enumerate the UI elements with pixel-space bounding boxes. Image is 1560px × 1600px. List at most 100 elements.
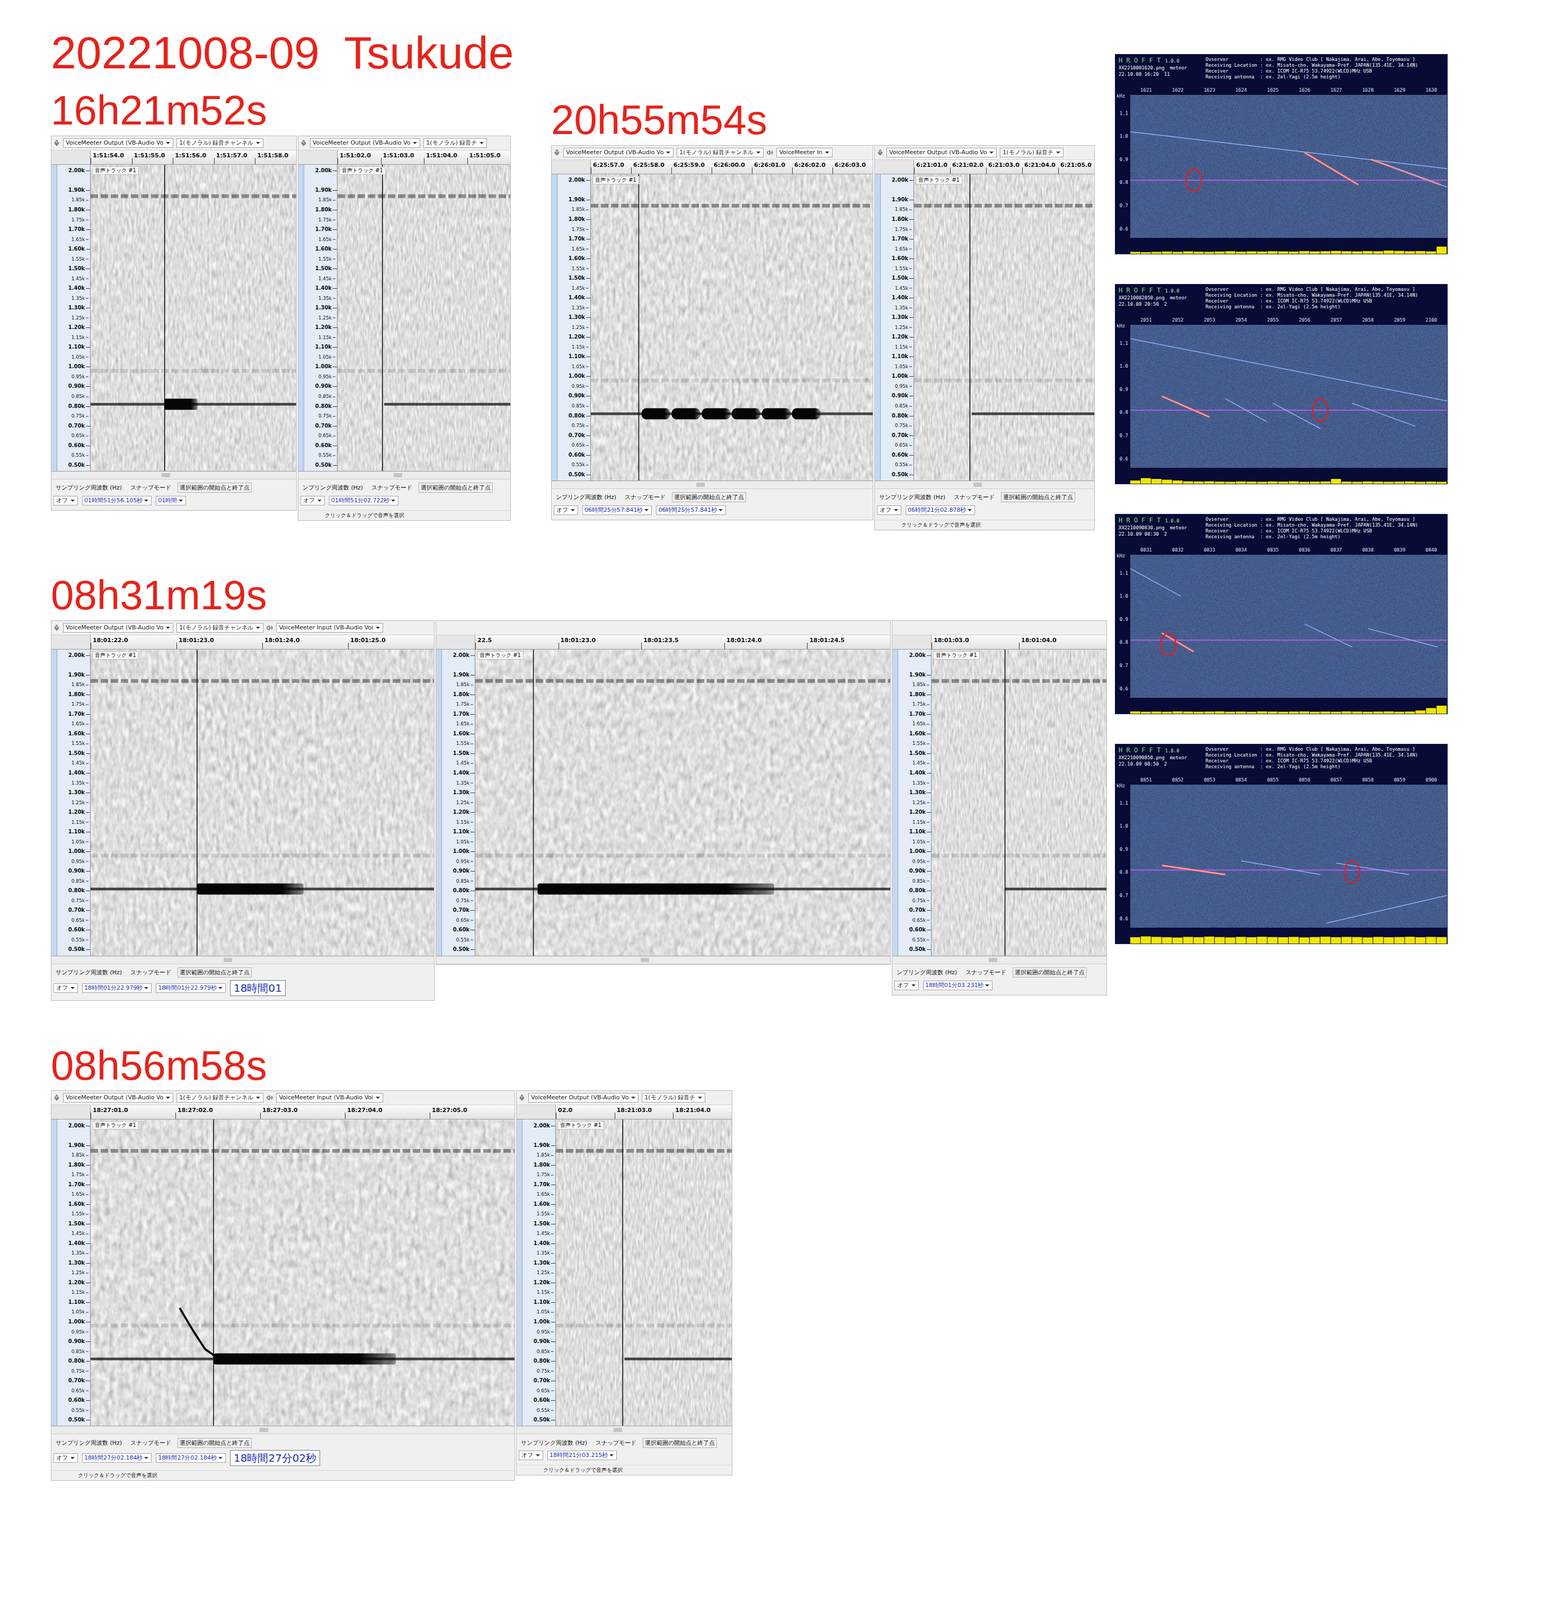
scroll-thumb[interactable] xyxy=(988,958,998,963)
snap-select[interactable]: オフ xyxy=(894,980,919,991)
track-name[interactable]: 音声トラック #1 xyxy=(933,651,980,660)
playhead[interactable] xyxy=(196,649,198,956)
playhead[interactable] xyxy=(213,1119,215,1426)
scroll-thumb[interactable] xyxy=(223,958,233,963)
playhead[interactable] xyxy=(969,174,971,481)
scroll-thumb[interactable] xyxy=(640,958,650,963)
channel-select[interactable]: 1(モノラル) 録音チ xyxy=(641,1093,706,1103)
input-device-select[interactable]: VoiceMeeter Output (VB-Audio Vo xyxy=(309,138,421,148)
track-name[interactable]: 音声トラック #1 xyxy=(92,1121,139,1130)
spectrogram[interactable]: 音声トラック #1 xyxy=(90,1119,515,1426)
spectrogram[interactable]: 音声トラック #1 xyxy=(90,649,434,956)
playhead[interactable] xyxy=(382,164,384,472)
channel-select[interactable]: 1(モノラル) 録音チャンネル xyxy=(176,623,264,633)
track-name[interactable]: 音声トラック #1 xyxy=(339,166,386,175)
timeline-ruler[interactable]: 1:51:02.01:51:03.01:51:04.01:51:05.0 xyxy=(298,150,511,165)
input-device-select[interactable]: VoiceMeeter Output (VB-Audio Vo xyxy=(563,147,674,158)
snap-select[interactable]: オフ xyxy=(53,495,78,506)
time-field[interactable]: 18時間01分22.979秒 xyxy=(155,983,226,994)
input-device-select[interactable]: VoiceMeeter Output (VB-Audio Vo xyxy=(528,1093,639,1103)
scroll-thumb[interactable] xyxy=(161,473,171,478)
time-field[interactable]: 06時間25分57.841秒 xyxy=(656,505,726,516)
horizontal-scrollbar[interactable] xyxy=(298,471,511,480)
spectrogram[interactable]: 音声トラック #1 xyxy=(931,649,1107,956)
time-field[interactable]: 01時間51分56.105秒 xyxy=(82,495,152,506)
output-device-select[interactable]: VoiceMeeter Input (VB-Audio Voi xyxy=(276,1093,384,1103)
horizontal-scrollbar[interactable] xyxy=(516,1426,732,1435)
track-control[interactable] xyxy=(516,1119,523,1426)
input-device-select[interactable]: VoiceMeeter Output (VB-Audio Vo xyxy=(63,623,174,633)
channel-select[interactable]: 1(モノラル) 録音チ xyxy=(999,147,1064,158)
playhead[interactable] xyxy=(638,174,640,481)
timeline-ruler[interactable]: 22.518:01:23.018:01:23.518:01:24.018:01:… xyxy=(436,635,891,650)
horizontal-scrollbar[interactable] xyxy=(51,1426,515,1435)
snap-select[interactable]: オフ xyxy=(53,1453,78,1464)
input-device-select[interactable]: VoiceMeeter Output (VB-Audio Vo xyxy=(63,138,174,148)
track-control[interactable] xyxy=(551,174,558,481)
spectrogram[interactable]: 音声トラック #1 xyxy=(90,164,297,472)
playhead[interactable] xyxy=(164,164,166,472)
spectrogram[interactable]: 音声トラック #1 xyxy=(590,174,873,481)
spectrogram[interactable]: 音声トラック #1 xyxy=(914,174,1095,481)
spectrogram[interactable]: 音声トラック #1 xyxy=(555,1119,732,1426)
scroll-thumb[interactable] xyxy=(259,1428,269,1433)
track-name[interactable]: 音声トラック #1 xyxy=(592,175,640,185)
time-field[interactable]: 18時間27分02.184秒 xyxy=(155,1453,226,1464)
scroll-thumb[interactable] xyxy=(393,473,403,478)
track-control[interactable] xyxy=(436,649,442,956)
timeline-ruler[interactable]: 18:01:22.018:01:23.018:01:24.018:01:25.0 xyxy=(51,635,434,650)
track-name[interactable]: 音声トラック #1 xyxy=(476,651,524,660)
track-control[interactable] xyxy=(298,164,305,472)
snap-select[interactable]: オフ xyxy=(518,1450,544,1461)
playhead[interactable] xyxy=(622,1119,624,1426)
scroll-thumb[interactable] xyxy=(696,482,705,487)
channel-select[interactable]: 1(モノラル) 録音チャンネル xyxy=(176,138,264,148)
output-device-select[interactable]: VoiceMeeter Input (VB-Audio Voi xyxy=(276,623,384,633)
track-control[interactable] xyxy=(51,649,58,956)
time-field[interactable]: 18時間01分22.979秒 xyxy=(82,983,152,994)
timeline-ruler[interactable]: 18:01:03.018:01:04.0 xyxy=(892,635,1107,650)
input-device-select[interactable]: VoiceMeeter Output (VB-Audio Vo xyxy=(63,1093,174,1103)
track-control[interactable] xyxy=(51,164,58,472)
horizontal-scrollbar[interactable] xyxy=(551,481,873,490)
track-name[interactable]: 音声トラック #1 xyxy=(915,175,963,185)
timeline-ruler[interactable]: 18:27:01.018:27:02.018:27:03.018:27:04.0… xyxy=(51,1105,515,1120)
timeline-ruler[interactable]: 1:51:54.01:51:55.01:51:56.01:51:57.01:51… xyxy=(51,150,297,165)
time-field[interactable]: 01時間 xyxy=(155,495,186,506)
input-device-select[interactable]: VoiceMeeter Output (VB-Audio Vo xyxy=(886,147,997,158)
scroll-thumb[interactable] xyxy=(613,1428,623,1433)
spectrogram[interactable]: 音声トラック #1 xyxy=(337,164,511,472)
time-field[interactable]: 06時間21分02.878秒 xyxy=(905,505,975,516)
horizontal-scrollbar[interactable] xyxy=(436,956,891,965)
time-field[interactable]: 18時間01分03.231秒 xyxy=(923,980,993,991)
timeline-ruler[interactable]: 02.018:21:03.018:21:04.0 xyxy=(516,1105,732,1120)
time-field[interactable]: 06時間25分57.841秒 xyxy=(582,505,652,516)
timeline-ruler[interactable]: 6:21:01.06:21:02.06:21:03.06:21:04.06:21… xyxy=(874,160,1095,175)
track-name[interactable]: 音声トラック #1 xyxy=(92,166,139,175)
channel-select[interactable]: 1(モノラル) 録音チャンネル xyxy=(176,1093,264,1103)
timeline-ruler[interactable]: 6:25:57.06:25:58.06:25:59.06:26:00.06:26… xyxy=(551,160,873,175)
horizontal-scrollbar[interactable] xyxy=(51,956,434,965)
snap-select[interactable]: オフ xyxy=(300,495,325,506)
time-field[interactable]: 01時間51分02.722秒 xyxy=(329,495,399,506)
horizontal-scrollbar[interactable] xyxy=(51,471,297,480)
horizontal-scrollbar[interactable] xyxy=(874,481,1095,490)
snap-select[interactable]: オフ xyxy=(553,505,579,516)
spectrogram[interactable]: 音声トラック #1 xyxy=(475,649,891,956)
track-control[interactable] xyxy=(874,174,881,481)
track-control[interactable] xyxy=(51,1119,58,1426)
output-device-select[interactable]: VoiceMeeter In xyxy=(776,147,833,158)
channel-select[interactable]: 1(モノラル) 録音チャンネル xyxy=(676,147,764,158)
scroll-thumb[interactable] xyxy=(973,482,982,487)
snap-select[interactable]: オフ xyxy=(53,983,78,994)
time-field[interactable]: 18時間27分02.184秒 xyxy=(82,1453,152,1464)
channel-select[interactable]: 1(モノラル) 録音チ xyxy=(423,138,487,148)
track-control[interactable] xyxy=(892,649,899,956)
time-field[interactable]: 18時間21分03.215秒 xyxy=(547,1450,617,1461)
track-name[interactable]: 音声トラック #1 xyxy=(557,1121,605,1130)
track-name[interactable]: 音声トラック #1 xyxy=(92,651,139,660)
snap-select[interactable]: オフ xyxy=(876,505,902,516)
horizontal-scrollbar[interactable] xyxy=(892,956,1107,965)
playhead[interactable] xyxy=(533,649,535,956)
playhead[interactable] xyxy=(1004,649,1006,956)
